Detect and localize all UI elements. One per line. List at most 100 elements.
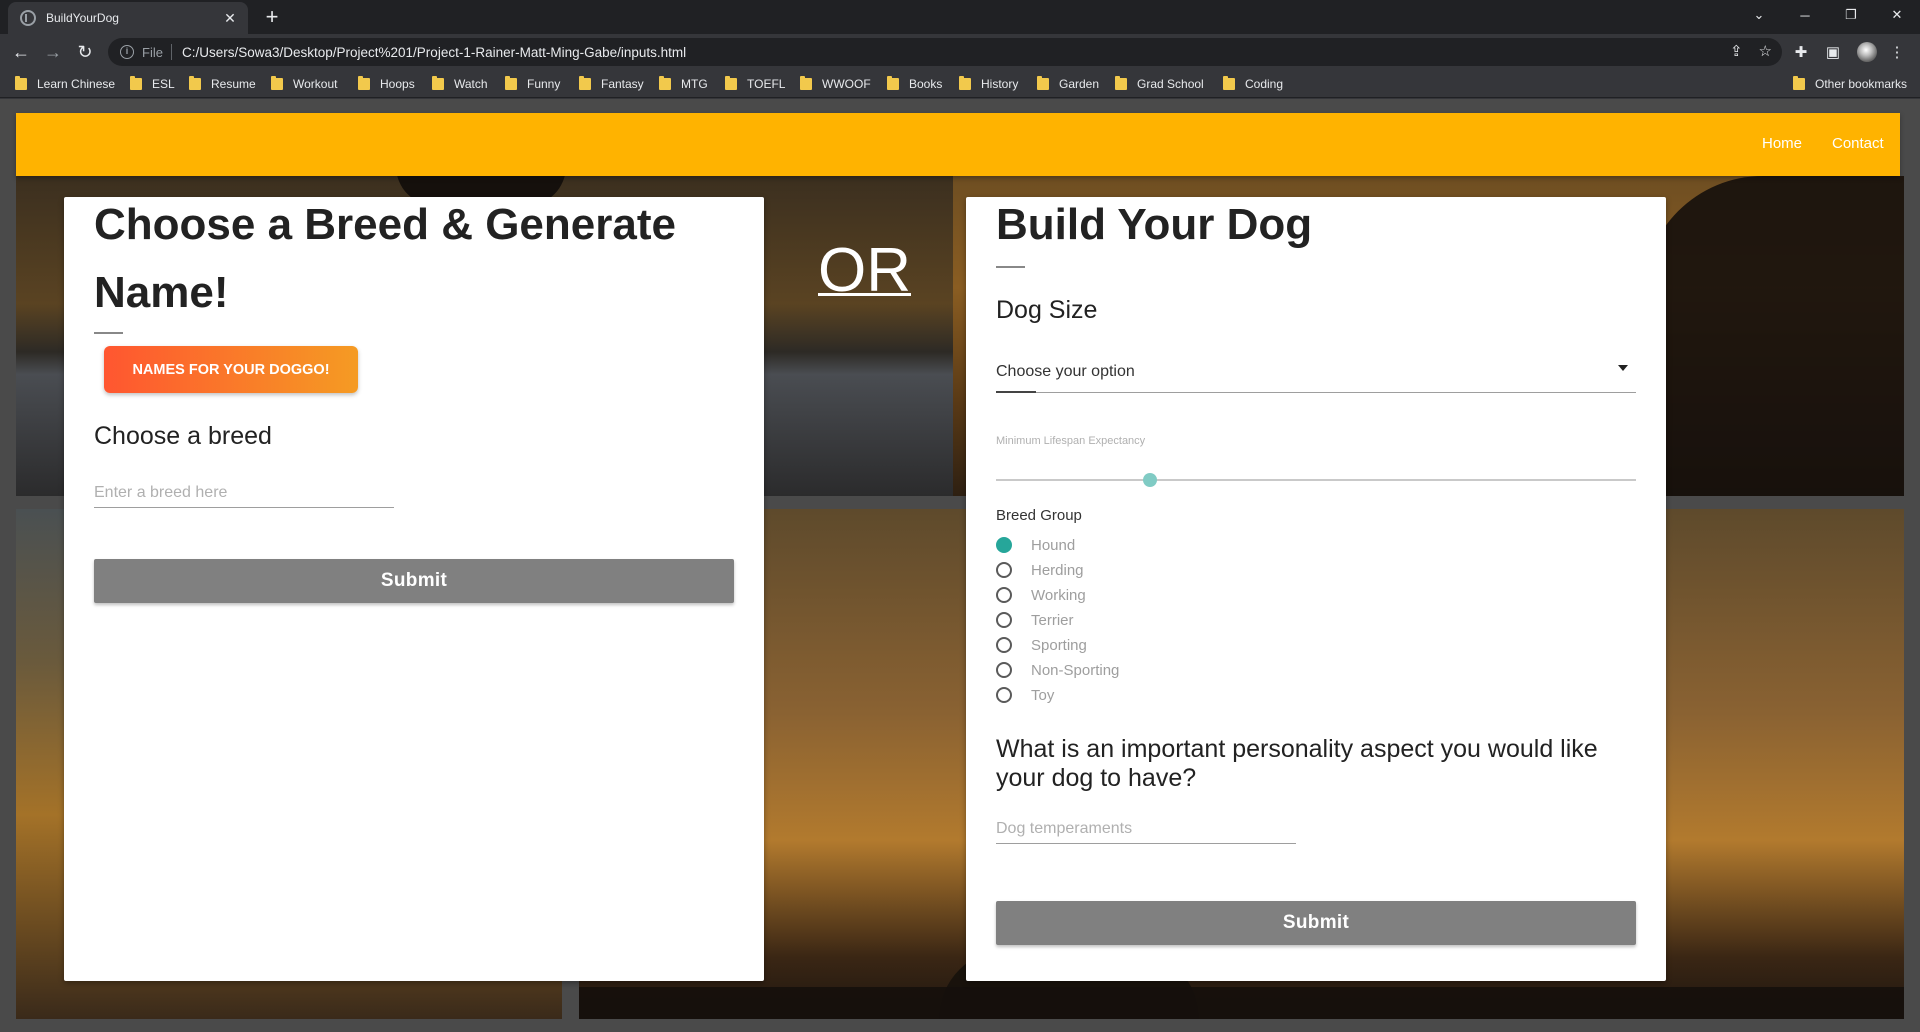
forward-icon[interactable]: →: [40, 39, 66, 65]
radio-working[interactable]: Working: [996, 585, 1086, 605]
extensions-icon[interactable]: ✚: [1788, 39, 1814, 65]
radio-circle[interactable]: [996, 587, 1012, 603]
bookmark-item[interactable]: History: [959, 76, 1018, 92]
folder-icon: [725, 76, 737, 90]
folder-icon: [887, 76, 899, 90]
browser-toolbar: ← → ↻ i File C:/Users/Sowa3/Desktop/Proj…: [0, 34, 1920, 70]
tab-strip: BuildYourDog ✕ + ⌄ ─ ❐ ✕: [0, 0, 1920, 34]
page-viewport: Home Contact OR Choose a Breed & Generat…: [0, 99, 1920, 1032]
bookmark-item[interactable]: Coding: [1223, 76, 1283, 92]
tab-title: BuildYourDog: [46, 11, 119, 25]
reload-icon[interactable]: ↻: [72, 39, 98, 65]
globe-icon: [20, 10, 36, 26]
title-underline: [94, 332, 123, 334]
folder-icon: [432, 76, 444, 90]
radio-toy[interactable]: Toy: [996, 685, 1054, 705]
bookmarks-bar: Learn Chinese ESL Resume Workout Hoops W…: [0, 70, 1920, 98]
select-value: Choose your option: [996, 363, 1135, 380]
bookmark-item[interactable]: Resume: [189, 76, 256, 92]
restore-button[interactable]: ❐: [1828, 0, 1874, 30]
bookmark-item[interactable]: ESL: [130, 76, 175, 92]
new-tab-button[interactable]: +: [258, 4, 286, 32]
names-for-doggo-button[interactable]: NAMES FOR YOUR DOGGO!: [104, 346, 358, 393]
card-title: Name!: [94, 268, 229, 317]
radio-circle[interactable]: [996, 562, 1012, 578]
url-text[interactable]: C:/Users/Sowa3/Desktop/Project%201/Proje…: [182, 45, 686, 60]
folder-icon: [505, 76, 517, 90]
other-bookmarks[interactable]: Other bookmarks: [1793, 76, 1907, 92]
choose-breed-label: Choose a breed: [94, 422, 272, 450]
side-panel-icon[interactable]: ▣: [1820, 39, 1846, 65]
temperament-input[interactable]: [996, 814, 1296, 844]
radio-circle[interactable]: [996, 662, 1012, 678]
dog-size-select[interactable]: Choose your option: [996, 353, 1636, 393]
address-bar[interactable]: i File C:/Users/Sowa3/Desktop/Project%20…: [108, 38, 1782, 66]
dropdown-arrow-icon: [1618, 365, 1628, 371]
browser-tab[interactable]: BuildYourDog ✕: [8, 2, 248, 34]
card-title: Choose a Breed & Generate: [94, 200, 676, 249]
folder-icon: [358, 76, 370, 90]
close-window-button[interactable]: ✕: [1874, 0, 1920, 30]
bookmark-item[interactable]: TOEFL: [725, 76, 785, 92]
folder-icon: [189, 76, 201, 90]
star-icon[interactable]: ☆: [1759, 42, 1772, 60]
menu-icon[interactable]: ⋮: [1884, 39, 1910, 65]
tab-search-icon[interactable]: ⌄: [1736, 0, 1782, 30]
radio-circle[interactable]: [996, 687, 1012, 703]
bookmark-item[interactable]: Books: [887, 76, 942, 92]
radio-circle[interactable]: [996, 612, 1012, 628]
profile-avatar[interactable]: [1857, 42, 1877, 62]
submit-build-button[interactable]: Submit: [996, 901, 1636, 945]
folder-icon: [800, 76, 812, 90]
url-scheme: File: [142, 44, 163, 60]
nav-contact-link[interactable]: Contact: [1832, 135, 1884, 152]
radio-sporting[interactable]: Sporting: [996, 635, 1087, 655]
folder-icon: [130, 76, 142, 90]
breed-group-label: Breed Group: [996, 507, 1082, 524]
lifespan-slider[interactable]: [996, 473, 1636, 487]
top-navbar: Home Contact: [16, 113, 1900, 176]
info-icon[interactable]: i: [120, 45, 134, 59]
nav-home-link[interactable]: Home: [1762, 135, 1802, 152]
radio-non-sporting[interactable]: Non-Sporting: [996, 660, 1119, 680]
radio-hound[interactable]: Hound: [996, 535, 1075, 555]
lifespan-label: Minimum Lifespan Expectancy: [996, 435, 1146, 447]
bookmark-item[interactable]: Garden: [1037, 76, 1099, 92]
bookmark-item[interactable]: Learn Chinese: [15, 76, 115, 92]
bookmark-item[interactable]: Fantasy: [579, 76, 644, 92]
folder-icon: [271, 76, 283, 90]
folder-icon: [659, 76, 671, 90]
breed-input[interactable]: [94, 478, 394, 508]
bookmark-item[interactable]: Funny: [505, 76, 560, 92]
folder-icon: [15, 76, 27, 90]
folder-icon: [959, 76, 971, 90]
bookmark-item[interactable]: WWOOF: [800, 76, 871, 92]
card-title: Build Your Dog: [996, 200, 1313, 249]
folder-icon: [1037, 76, 1049, 90]
submit-breed-button[interactable]: Submit: [94, 559, 734, 603]
bookmark-item[interactable]: MTG: [659, 76, 708, 92]
title-underline: [996, 266, 1025, 268]
radio-circle[interactable]: [996, 537, 1012, 553]
share-icon[interactable]: ⇪: [1730, 42, 1743, 60]
build-your-dog-card: Build Your Dog Dog Size Choose your opti…: [966, 197, 1666, 981]
folder-icon: [1115, 76, 1127, 90]
or-divider: OR: [818, 236, 911, 305]
minimize-button[interactable]: ─: [1782, 0, 1828, 30]
folder-icon: [579, 76, 591, 90]
personality-question: What is an important personality aspect …: [996, 735, 1598, 792]
close-tab-icon[interactable]: ✕: [222, 10, 238, 27]
bookmark-item[interactable]: Hoops: [358, 76, 415, 92]
back-icon[interactable]: ←: [8, 39, 34, 65]
folder-icon: [1793, 76, 1805, 90]
bookmark-item[interactable]: Grad School: [1115, 76, 1204, 92]
slider-thumb[interactable]: [1142, 473, 1157, 487]
radio-circle[interactable]: [996, 637, 1012, 653]
bookmark-item[interactable]: Watch: [432, 76, 488, 92]
dog-size-label: Dog Size: [996, 296, 1098, 324]
generate-name-card: Choose a Breed & Generate Name! NAMES FO…: [64, 197, 764, 981]
radio-herding[interactable]: Herding: [996, 560, 1084, 580]
radio-terrier[interactable]: Terrier: [996, 610, 1074, 630]
bookmark-item[interactable]: Workout: [271, 76, 337, 92]
folder-icon: [1223, 76, 1235, 90]
